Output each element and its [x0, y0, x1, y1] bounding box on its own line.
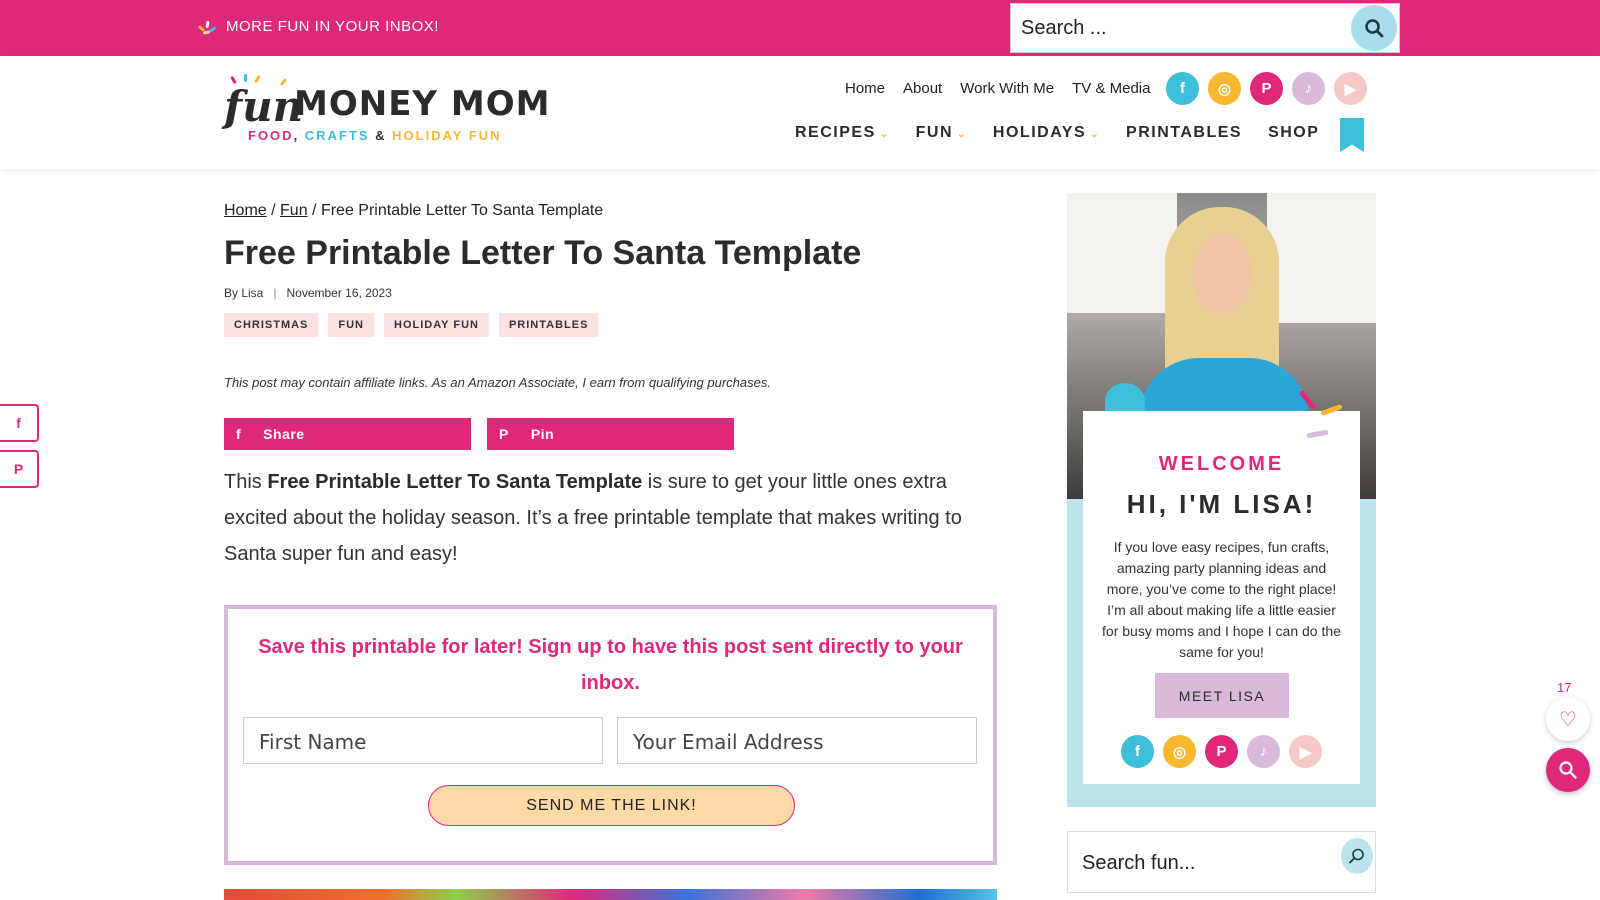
chevron-down-icon: ⌄	[957, 129, 967, 140]
sidebar-search-button[interactable]	[1341, 838, 1373, 874]
email-optin-box: Save this printable for later! Sign up t…	[224, 605, 997, 865]
util-nav-work-with-me[interactable]: Work With Me	[960, 80, 1054, 97]
tag-printables[interactable]: PRINTABLES	[498, 313, 599, 337]
promo-text: MORE FUN IN YOUR INBOX!	[226, 18, 439, 35]
share-button[interactable]: f Share	[224, 418, 471, 450]
pinterest-icon: P	[499, 426, 509, 442]
post-categories: CHRISTMAS FUN HOLIDAY FUN PRINTABLES	[224, 313, 599, 337]
main-nav-printables[interactable]: PRINTABLES	[1126, 124, 1242, 142]
tag-fun[interactable]: FUN	[328, 313, 374, 337]
facebook-icon[interactable]: f	[1121, 735, 1154, 768]
bookmark-icon[interactable]	[1340, 118, 1364, 152]
affiliate-disclaimer: This post may contain affiliate links. A…	[224, 375, 771, 390]
breadcrumb-home[interactable]: Home	[224, 202, 267, 219]
pin-button[interactable]: P Pin	[487, 418, 734, 450]
breadcrumb: Home / Fun / Free Printable Letter To Sa…	[224, 202, 604, 219]
chevron-down-icon: ⌄	[1090, 129, 1101, 140]
author-card: WELCOME HI, I'M LISA! If you love easy r…	[1067, 193, 1376, 807]
tagline-comma: ,	[293, 128, 305, 143]
search-icon	[1559, 761, 1577, 779]
header-social-links: f ◎ P ♪ ▶	[1166, 72, 1367, 105]
pinterest-icon[interactable]: P	[1205, 735, 1238, 768]
util-nav-home[interactable]: Home	[845, 80, 885, 97]
logo-word-fun: fun	[224, 82, 304, 131]
post-date: November 16, 2023	[286, 286, 392, 300]
first-name-field[interactable]: First Name	[243, 717, 603, 764]
youtube-icon[interactable]: ▶	[1289, 735, 1322, 768]
logo-tagline: FOOD, CRAFTS & HOLIDAY FUN	[248, 128, 502, 143]
author-bio: If you love easy recipes, fun crafts, am…	[1102, 539, 1341, 660]
facebook-icon: f	[236, 426, 242, 442]
floating-search-button[interactable]	[1546, 748, 1590, 792]
top-announcement-bar: MORE FUN IN YOUR INBOX! Search ...	[0, 0, 1600, 56]
post-author[interactable]: By Lisa	[224, 286, 263, 300]
tag-christmas[interactable]: CHRISTMAS	[224, 313, 319, 337]
sidebar-social-links: f ◎ P ♪ ▶	[1121, 735, 1322, 768]
tagline-food: FOOD	[248, 128, 294, 143]
header-search-button[interactable]	[1351, 5, 1397, 51]
pinterest-icon: P	[13, 461, 24, 477]
instagram-icon[interactable]: ◎	[1163, 735, 1196, 768]
post-meta: By Lisa | November 16, 2023	[224, 286, 392, 300]
main-nav-shop[interactable]: SHOP	[1268, 124, 1319, 142]
tiktok-icon[interactable]: ♪	[1292, 72, 1325, 105]
chevron-down-icon: ⌄	[879, 129, 890, 140]
site-logo[interactable]: fun MONEY MOM FOOD, CRAFTS & HOLIDAY FUN	[224, 74, 554, 152]
intro-bold-title: Free Printable Letter To Santa Template	[267, 471, 643, 493]
tiktok-icon[interactable]: ♪	[1247, 735, 1280, 768]
tagline-and: &	[369, 128, 393, 143]
send-link-button[interactable]: SEND ME THE LINK!	[428, 785, 795, 826]
floating-facebook-share[interactable]: f	[0, 404, 39, 442]
hero-image	[224, 889, 997, 900]
search-icon	[1365, 19, 1384, 38]
util-nav-tv-media[interactable]: TV & Media	[1072, 80, 1150, 97]
util-nav-about[interactable]: About	[903, 80, 942, 97]
newsletter-promo-link[interactable]: MORE FUN IN YOUR INBOX!	[197, 18, 439, 35]
author-card-body: WELCOME HI, I'M LISA! If you love easy r…	[1083, 389, 1360, 784]
site-header: fun MONEY MOM FOOD, CRAFTS & HOLIDAY FUN…	[0, 56, 1600, 169]
email-field[interactable]: Your Email Address	[617, 717, 977, 764]
tag-holiday-fun[interactable]: HOLIDAY FUN	[384, 313, 489, 337]
share-label: Share	[263, 426, 305, 442]
sidebar-search-input[interactable]: Search fun...	[1082, 852, 1195, 875]
floating-pinterest-share[interactable]: P	[0, 450, 39, 488]
main-nav-fun[interactable]: FUN ⌄	[916, 124, 967, 142]
confetti-icon	[197, 19, 218, 35]
pin-label: Pin	[530, 426, 555, 442]
meta-divider: |	[273, 286, 277, 300]
pinterest-icon[interactable]: P	[1250, 72, 1283, 105]
breadcrumb-current: Free Printable Letter To Santa Template	[320, 202, 604, 219]
utility-nav: Home About Work With Me TV & Media	[845, 80, 1151, 97]
tagline-holiday-fun: HOLIDAY FUN	[392, 128, 502, 143]
header-search-form: Search ...	[1010, 3, 1400, 53]
facebook-icon: f	[16, 415, 21, 431]
page-title: Free Printable Letter To Santa Template	[224, 234, 862, 272]
welcome-heading: WELCOME	[1158, 453, 1285, 475]
heart-icon: ♡	[1559, 708, 1577, 731]
favorite-count: 17	[1557, 680, 1572, 695]
facebook-icon[interactable]: f	[1166, 72, 1199, 105]
meet-lisa-button[interactable]: MEET LISA	[1155, 673, 1289, 718]
main-nav: RECIPES ⌄ FUN ⌄ HOLIDAYS ⌄ PRINTABLES SHOP	[795, 124, 1319, 142]
tagline-crafts: CRAFTS	[304, 128, 370, 143]
logo-word-main: MONEY MOM	[294, 84, 551, 124]
instagram-icon[interactable]: ◎	[1208, 72, 1241, 105]
favorite-button[interactable]: ♡	[1546, 697, 1590, 741]
header-search-input[interactable]: Search ...	[1021, 17, 1107, 40]
optin-heading: Save this printable for later! Sign up t…	[258, 636, 963, 694]
search-icon	[1349, 848, 1364, 864]
author-greeting: HI, I'M LISA!	[1126, 489, 1317, 519]
youtube-icon[interactable]: ▶	[1334, 72, 1367, 105]
breadcrumb-fun[interactable]: Fun	[280, 202, 308, 219]
intro-paragraph: This Free Printable Letter To Santa Temp…	[224, 471, 962, 565]
main-nav-holidays[interactable]: HOLIDAYS ⌄	[993, 124, 1100, 142]
main-nav-recipes[interactable]: RECIPES ⌄	[795, 124, 890, 142]
sidebar-search-form: Search fun...	[1067, 831, 1376, 893]
